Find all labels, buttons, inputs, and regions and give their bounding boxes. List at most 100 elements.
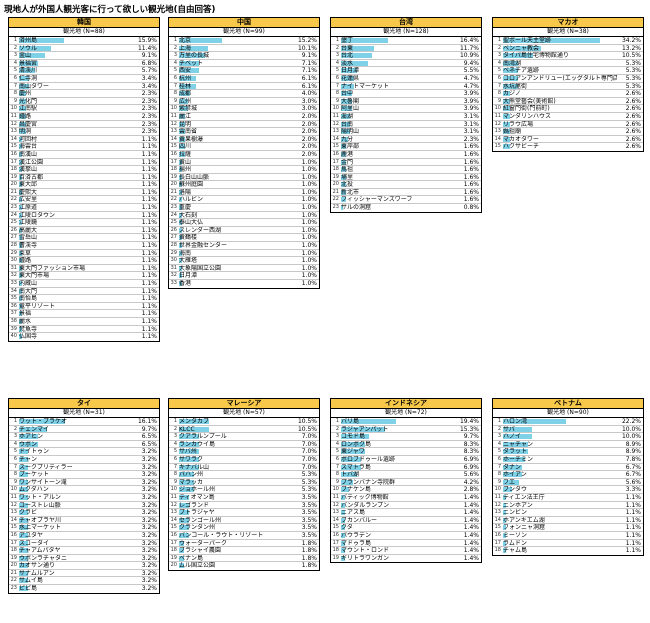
- row-percentage: 1.0%: [301, 234, 317, 242]
- row-percentage: 3.2%: [141, 531, 157, 539]
- table-row: 32 東大門市場 1.1%: [9, 272, 159, 280]
- row-place-name: 大石刻: [179, 211, 198, 219]
- row-place-name: ボロブドゥール遺跡: [341, 455, 396, 463]
- row-place-name: 黄鶴楼: [179, 234, 198, 242]
- table-row: 18 チャアムパタヤ 3.2%: [9, 547, 159, 555]
- row-percentage: 1.4%: [463, 547, 479, 555]
- table-row: 15 クランタン州 3.5%: [169, 524, 319, 532]
- row-percentage: 2.3%: [141, 128, 157, 136]
- row-rank: 1: [13, 418, 17, 424]
- row-place-name: チェンマイ: [19, 425, 50, 433]
- row-percentage: 1.0%: [301, 211, 317, 219]
- row-percentage: 3.2%: [141, 539, 157, 547]
- row-percentage: 2.8%: [463, 486, 479, 494]
- row-rank: 15: [170, 143, 177, 150]
- table-row: 17 ラムドン 1.1%: [493, 540, 643, 548]
- row-place-name: ダラット: [503, 448, 528, 456]
- row-percentage: 8.9%: [625, 440, 641, 448]
- row-percentage: 5.6%: [625, 478, 641, 486]
- row-place-name: 蘇州庭園: [179, 181, 204, 189]
- table-row: 7 キナバル山 7.0%: [169, 464, 319, 472]
- table-row: 7 ナイトマーケット 4.7%: [331, 83, 481, 91]
- table-row: 11 ティエン法王庁 1.1%: [493, 494, 643, 502]
- row-rank: 15: [494, 143, 501, 150]
- table-row: 6 ボロブドゥール遺跡 6.9%: [331, 456, 481, 464]
- row-percentage: 1.1%: [141, 150, 157, 158]
- row-place-name: 景福宮: [19, 59, 38, 67]
- table-row: 26 高麗大 1.1%: [9, 227, 159, 235]
- row-percentage: 2.6%: [625, 90, 641, 98]
- row-percentage: 1.8%: [301, 562, 317, 570]
- table-row: 1 ワット・プラケオ 16.1%: [9, 418, 159, 426]
- row-place-name: 澎湖: [341, 112, 354, 120]
- table-row: 30 大雁塔 1.0%: [169, 257, 319, 265]
- row-percentage: 1.1%: [625, 493, 641, 501]
- row-rank: 23: [10, 204, 17, 211]
- row-percentage: 1.0%: [301, 226, 317, 234]
- table-row: 13 ニンビン 1.1%: [493, 509, 643, 517]
- row-place-name: 東大門市場: [19, 272, 50, 280]
- table-rows: 1 バリ島 19.4% 2 ラジャアンパット 15.3% 3 コモド島 9.7% 4 ロンボク島 8.…: [331, 418, 481, 562]
- row-rank: 26: [170, 226, 177, 233]
- table-row: 3 ハノイ 10.0%: [493, 433, 643, 441]
- row-place-name: クアラルンプール: [179, 433, 227, 441]
- row-percentage: 3.2%: [141, 455, 157, 463]
- table-row: 7 スマトラ島 6.9%: [331, 464, 481, 472]
- row-rank: 3: [13, 433, 17, 440]
- table-rows: 1 北京 15.2% 2 上海 10.1% 3 万里の長城 9.1% 4 チベット 7.1% 5 西安 7.…: [169, 37, 319, 288]
- table-row: 7 ダナン 6.7%: [493, 464, 643, 472]
- row-rank: 17: [170, 539, 177, 546]
- table-row: 40 仏国寺 1.1%: [9, 333, 159, 341]
- row-place-name: 北投: [341, 181, 354, 189]
- row-rank: 27: [10, 234, 17, 241]
- row-place-name: 南怡島: [19, 295, 38, 303]
- row-place-name: 竜平リゾート: [19, 302, 56, 310]
- table-row: 27 雪岳山 1.1%: [9, 234, 159, 243]
- row-percentage: 1.4%: [463, 524, 479, 532]
- table-row: 11 麗江 2.0%: [169, 113, 319, 121]
- table-subheader: 観光地 (N=99): [169, 28, 319, 37]
- row-percentage: 3.2%: [141, 585, 157, 593]
- row-place-name: ランカウイ島: [179, 440, 216, 448]
- table-row: 23 江原道 1.1%: [9, 204, 159, 212]
- row-rank: 4: [13, 59, 17, 66]
- row-place-name: 麗江: [179, 112, 192, 120]
- row-rank: 6: [173, 455, 177, 462]
- row-rank: 20: [332, 181, 339, 188]
- row-rank: 17: [332, 158, 339, 165]
- table-row: 5 清渓川 5.7%: [9, 67, 159, 75]
- table-row: 12 コーストレ山脈 3.2%: [9, 502, 159, 510]
- row-percentage: 2.0%: [301, 150, 317, 158]
- row-rank: 5: [497, 67, 501, 74]
- row-percentage: 8.3%: [463, 448, 479, 456]
- table-row: 24 大石刻 1.0%: [169, 212, 319, 220]
- row-percentage: 1.1%: [141, 173, 157, 181]
- row-place-name: 花蓮県: [341, 74, 360, 82]
- row-place-name: 海南: [179, 249, 192, 257]
- row-percentage: 2.6%: [625, 105, 641, 113]
- row-percentage: 9.1%: [301, 52, 317, 60]
- row-rank: 17: [10, 158, 17, 165]
- row-rank: 6: [13, 74, 17, 81]
- row-place-name: ソウル: [19, 44, 38, 52]
- row-rank: 4: [497, 440, 501, 447]
- table-row: 18 漢拏山 1.1%: [9, 166, 159, 174]
- row-percentage: 1.8%: [301, 554, 317, 562]
- row-percentage: 1.1%: [141, 135, 157, 143]
- row-place-name: 台南: [341, 120, 354, 128]
- table-row: 38 麗水 1.1%: [9, 318, 159, 326]
- row-place-name: サナムルアン: [19, 569, 55, 577]
- row-place-name: 大魯閣: [341, 97, 360, 105]
- row-place-name: クランタン州: [179, 524, 216, 532]
- table-row: 19 ウボンラチャタニ 3.2%: [9, 555, 159, 563]
- row-rank: 18: [494, 547, 501, 554]
- row-percentage: 1.0%: [301, 166, 317, 174]
- row-rank: 19: [332, 554, 339, 561]
- row-percentage: 10.5%: [621, 52, 641, 60]
- row-place-name: 景福: [19, 310, 32, 318]
- table-row: 8 パハン州 5.3%: [169, 471, 319, 479]
- row-place-name: ベンニャ教会: [503, 44, 540, 52]
- table-subheader: 観光地 (N=88): [9, 28, 159, 37]
- row-percentage: 9.7%: [463, 433, 479, 441]
- row-rank: 17: [10, 539, 17, 546]
